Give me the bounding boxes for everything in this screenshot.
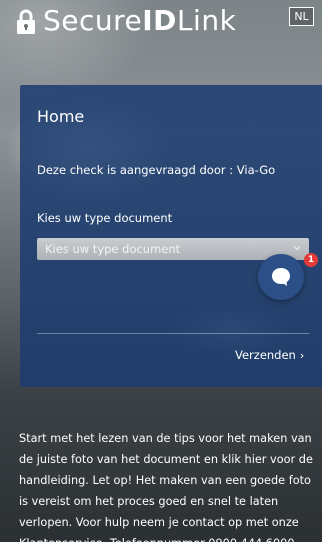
chat-notification-badge: 1 [304,253,318,267]
document-type-label: Kies uw type document [37,211,173,225]
header: Secure ID Link NL [0,0,322,48]
home-card: Home Deze check is aangevraagd door : Vi… [20,85,322,387]
chevron-right-icon: › [299,348,305,362]
requested-by-text: Deze check is aangevraagd door : Via-Go [37,163,276,177]
chevron-down-icon [293,246,301,251]
document-type-select-value: Kies uw type document [45,242,181,256]
submit-button[interactable]: Verzenden › [235,348,304,362]
logo-text-id: ID [142,4,177,37]
page-title: Home [37,107,85,126]
securidlink-logo[interactable]: Secure ID Link [16,4,236,37]
submit-label: Verzenden [235,348,296,362]
chat-bubble-icon [272,268,290,286]
language-switch-button[interactable]: NL [289,7,314,26]
divider [37,333,309,334]
lock-icon [17,9,35,34]
chat-button[interactable] [258,254,304,300]
logo-text-secure: Secure [43,4,143,37]
intro-paragraph: Start met het lezen van de tips voor het… [19,432,313,542]
logo-text-link: Link [176,4,237,37]
